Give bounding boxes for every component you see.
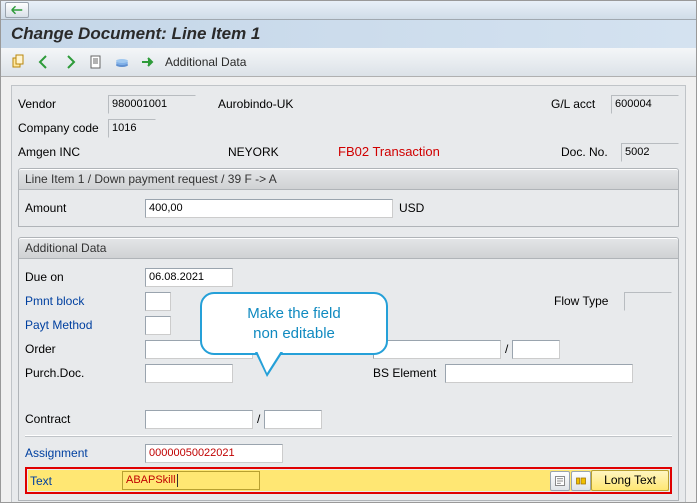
amount-currency: USD [399, 196, 424, 220]
system-strip [1, 1, 696, 20]
services-icon[interactable] [111, 51, 133, 73]
company-name: Amgen INC [18, 140, 228, 164]
next-item-icon[interactable] [59, 51, 81, 73]
slash-sep-2: / [253, 407, 264, 431]
flow-type-field [624, 292, 672, 311]
order-label: Order [25, 337, 145, 361]
doc-no-value: 5002 [621, 143, 679, 162]
long-text-button[interactable]: Long Text [591, 470, 669, 491]
company-code-value: 1016 [108, 119, 156, 138]
page-title-bar: Change Document: Line Item 1 [1, 20, 696, 48]
pmnt-block-link[interactable]: Pmnt block [25, 289, 145, 313]
vendor-value: 980001001 [108, 95, 196, 114]
line-item-group: Amount 400,00 USD [18, 190, 679, 227]
payt-method-field[interactable] [145, 316, 171, 335]
additional-data-group-header: Additional Data [18, 237, 679, 259]
fb02-hint: FB02 Transaction [338, 140, 488, 164]
pmnt-block-field[interactable] [145, 292, 171, 311]
document-icon[interactable] [85, 51, 107, 73]
doc-no-label: Doc. No. [561, 140, 621, 164]
long-text-editor-icon[interactable] [550, 471, 570, 491]
long-text-label: Long Text [604, 471, 656, 490]
flow-type-label: Flow Type [554, 289, 624, 313]
gl-acct-label: G/L acct [551, 92, 611, 116]
gl-acct-value: 600004 [611, 95, 679, 114]
more-icon[interactable] [571, 471, 591, 491]
additional-data-button[interactable]: Additional Data [165, 55, 246, 69]
text-field[interactable]: ABAPSkill [122, 471, 260, 490]
callout-bubble: Make the field non editable [200, 292, 388, 355]
network-field[interactable] [373, 340, 501, 359]
amount-label: Amount [25, 196, 145, 220]
additional-data-icon[interactable] [137, 51, 159, 73]
assignment-field[interactable]: 00000050022021 [145, 444, 283, 463]
wbs-element-label: BS Element [373, 361, 445, 385]
city-value: NEYORK [228, 140, 338, 164]
enter-icon[interactable] [5, 2, 29, 18]
content-area: Vendor 980001001 Aurobindo-UK G/L acct 6… [1, 77, 696, 502]
company-code-label: Company code [18, 116, 108, 140]
assignment-link[interactable]: Assignment [25, 441, 145, 465]
previous-item-icon[interactable] [33, 51, 55, 73]
text-link[interactable]: Text [28, 469, 122, 493]
due-on-label: Due on [25, 265, 145, 289]
slash-sep: / [501, 337, 512, 361]
contract-item-field[interactable] [264, 410, 322, 429]
amount-field[interactable]: 400,00 [145, 199, 393, 218]
line-item-group-header: Line Item 1 / Down payment request / 39 … [18, 168, 679, 190]
contract-label: Contract [25, 407, 145, 431]
copy-icon[interactable] [7, 51, 29, 73]
vendor-label: Vendor [18, 92, 108, 116]
callout-line1: Make the field [214, 304, 374, 324]
page-title: Change Document: Line Item 1 [11, 24, 260, 44]
callout-line2: non editable [214, 324, 374, 344]
application-toolbar: Additional Data [1, 48, 696, 77]
contract-field[interactable] [145, 410, 253, 429]
network-activity-field[interactable] [512, 340, 560, 359]
purch-doc-label: Purch.Doc. [25, 361, 145, 385]
purch-doc-field[interactable] [145, 364, 233, 383]
vendor-name: Aurobindo-UK [218, 92, 368, 116]
payt-method-link[interactable]: Payt Method [25, 313, 145, 337]
due-on-field[interactable]: 06.08.2021 [145, 268, 233, 287]
wbs-element-field[interactable] [445, 364, 633, 383]
text-row-highlight-box: Text ABAPSkill Long Text [25, 467, 672, 494]
